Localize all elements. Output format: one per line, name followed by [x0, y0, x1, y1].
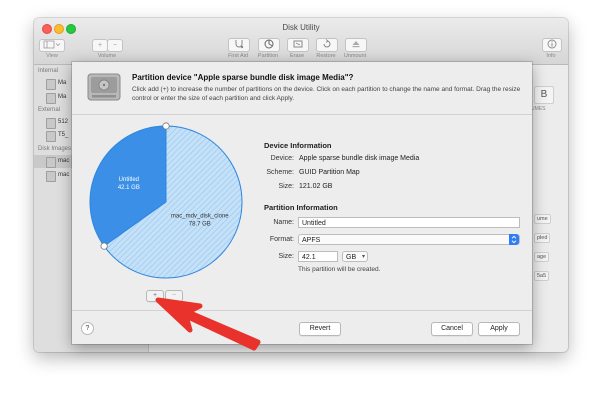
sidebar-icon [43, 40, 61, 49]
eject-icon [352, 41, 360, 48]
chevron-updown-icon [509, 234, 519, 245]
add-volume-button[interactable]: + [92, 39, 108, 52]
capacity-fragment: B [534, 86, 554, 104]
scheme-value: GUID Partition Map [299, 169, 360, 176]
detail-fragment: ume [534, 214, 551, 224]
device-info-heading: Device Information [264, 141, 332, 150]
window-title: Disk Utility [282, 23, 320, 32]
header-divider [72, 114, 532, 115]
scheme-label: Scheme: [266, 169, 294, 176]
partition-name-label: Name: [273, 219, 294, 226]
pie-chart-icon [264, 39, 274, 49]
info-label: Info [546, 53, 556, 59]
disk-icon [86, 70, 122, 104]
sidebar-heading-disk-images: Disk Images [38, 146, 72, 152]
partition-format-label: Format: [269, 236, 294, 243]
detail-fragment: age [534, 252, 550, 262]
sidebar-item-label: Ma [58, 80, 67, 86]
partition-size-label: Size: [278, 253, 294, 260]
sidebar-heading-external: External [38, 107, 61, 113]
red-arrow-annotation [155, 297, 261, 351]
partition-format-select[interactable]: APFS [298, 234, 520, 245]
sidebar-item-label: mac [58, 172, 70, 178]
size-unit-value: GB [346, 254, 357, 261]
sidebar-item-label: mac [58, 158, 70, 164]
external-disk-icon [46, 118, 56, 129]
unmount-button[interactable] [345, 38, 367, 52]
partition-info-heading: Partition Information [264, 203, 338, 212]
sidebar-item-label: Ma [58, 94, 67, 100]
partition-button[interactable] [258, 38, 280, 52]
volume-label: Volume [97, 53, 117, 59]
detail-fragment: pled [534, 233, 551, 243]
volumes-fragment: UMES [531, 106, 546, 112]
disk-icon [46, 79, 56, 90]
sheet-description: Click add (+) to increase the number of … [132, 86, 521, 102]
help-button[interactable]: ? [81, 322, 94, 335]
view-label: View [46, 53, 58, 59]
sidebar-heading-internal: Internal [38, 68, 59, 74]
pie-slice-name-label: Untitled [119, 177, 139, 183]
pie-slice-name-label: mac_mdv_disk_clone [171, 213, 229, 219]
title-bar: Disk Utility View + − Volume First Aid P… [34, 18, 568, 65]
chevron-down-icon: ▾ [361, 254, 365, 260]
unmount-label: Unmount [343, 53, 367, 59]
device-size-label: Size: [278, 183, 294, 190]
device-label: Device: [270, 155, 294, 162]
resize-handle[interactable] [162, 122, 170, 130]
partition-format-value: APFS [302, 237, 321, 244]
device-value: Apple sparse bundle disk image Media [299, 155, 420, 162]
disk-image-icon [46, 171, 56, 182]
partition-name-field[interactable]: Untitled [298, 217, 520, 228]
sheet-title: Partition device "Apple sparse bundle di… [132, 73, 354, 82]
erase-icon [293, 40, 303, 48]
erase-button[interactable] [287, 38, 309, 52]
disk-image-icon [46, 157, 56, 168]
device-size-value: 121.02 GB [299, 183, 333, 190]
restore-icon [323, 39, 331, 48]
revert-button[interactable]: Revert [299, 322, 341, 336]
partition-pie-chart[interactable]: Untitled 42.1 GB mac_mdv_disk_clone 78.7 GB [86, 122, 246, 282]
partition-size-field[interactable]: 42.1 [298, 251, 338, 262]
size-unit-select[interactable]: GB ▾ [342, 251, 368, 262]
info-icon [547, 39, 557, 49]
partition-note: This partition will be created. [298, 266, 381, 273]
cancel-button[interactable]: Cancel [431, 322, 473, 336]
info-button[interactable] [542, 38, 562, 52]
resize-handle[interactable] [100, 242, 108, 250]
sidebar-item-label: T5_ [58, 132, 69, 138]
remove-volume-button[interactable]: − [107, 39, 123, 52]
external-disk-icon [46, 131, 56, 142]
sidebar-item-label: 512 [58, 119, 69, 125]
pie-slice-size-label: 42.1 GB [118, 185, 140, 191]
stethoscope-icon [235, 40, 244, 49]
view-button[interactable] [39, 39, 65, 52]
detail-fragment: 5a5 [534, 271, 550, 281]
disk-icon [46, 93, 56, 104]
first-aid-button[interactable] [228, 38, 250, 52]
restore-button[interactable] [316, 38, 338, 52]
apply-button[interactable]: Apply [478, 322, 520, 336]
pie-slice-size-label: 78.7 GB [189, 221, 211, 227]
